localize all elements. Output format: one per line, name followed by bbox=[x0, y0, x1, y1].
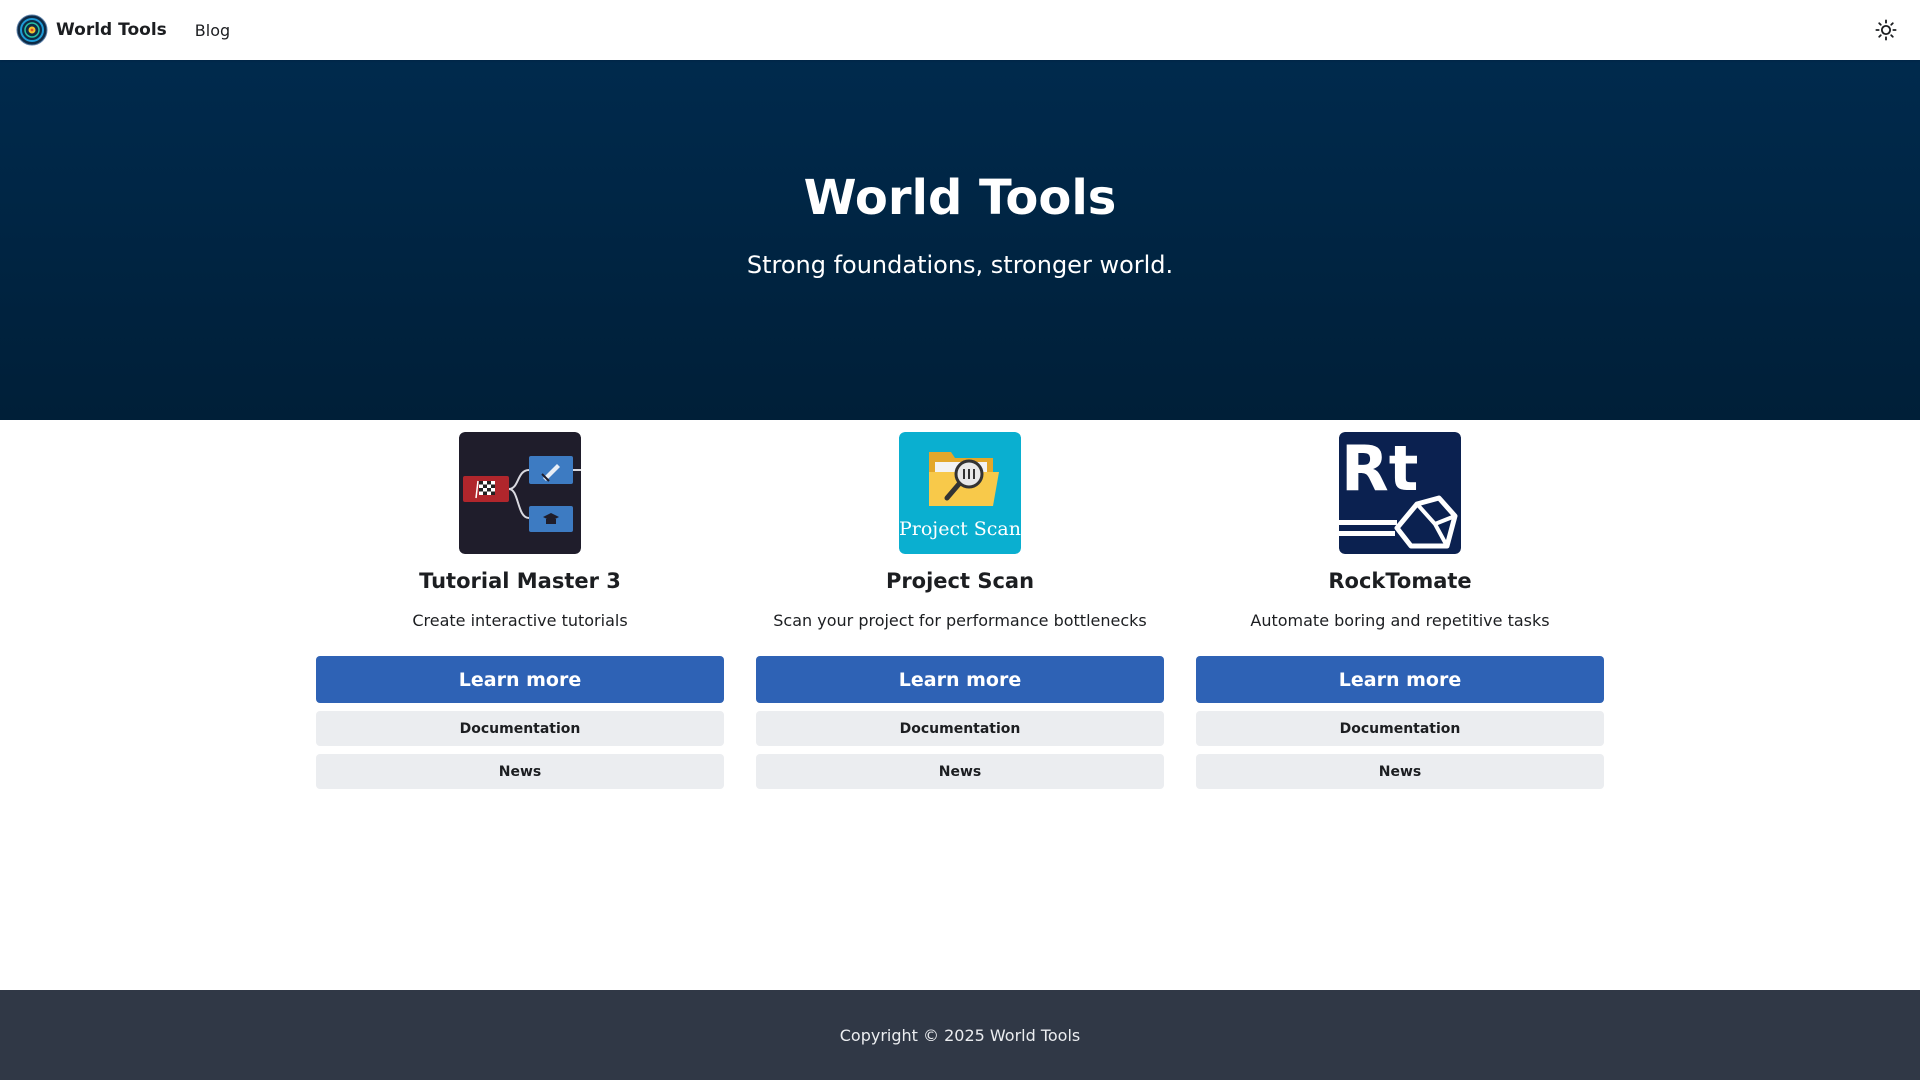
learn-more-button[interactable]: Learn more bbox=[1196, 656, 1604, 704]
documentation-button[interactable]: Documentation bbox=[756, 711, 1164, 747]
product-description: Automate boring and repetitive tasks bbox=[1250, 611, 1550, 631]
tutorial-flowchart-icon bbox=[459, 432, 581, 554]
product-card-tutorial-master: Tutorial Master 3 Create interactive tut… bbox=[316, 432, 724, 792]
product-name: Tutorial Master 3 bbox=[419, 569, 621, 593]
news-button[interactable]: News bbox=[1196, 754, 1604, 790]
news-button[interactable]: News bbox=[756, 754, 1164, 790]
product-name: RockTomate bbox=[1328, 569, 1472, 593]
product-card-rocktomate: Rt RockTomate Automate boring and repeti… bbox=[1196, 432, 1604, 792]
folder-magnifier-icon: Project Scan bbox=[899, 432, 1021, 554]
documentation-button[interactable]: Documentation bbox=[316, 711, 724, 747]
logo-caption: Project Scan bbox=[899, 518, 1021, 540]
hero-title: World Tools bbox=[803, 170, 1117, 226]
product-card-project-scan: Project Scan Project Scan Scan your proj… bbox=[756, 432, 1164, 792]
product-list: Tutorial Master 3 Create interactive tut… bbox=[316, 432, 1604, 792]
navbar: World Tools Blog bbox=[0, 0, 1920, 60]
theme-toggle-button[interactable] bbox=[1868, 12, 1904, 48]
logo-text: Rt bbox=[1341, 432, 1418, 505]
learn-more-button[interactable]: Learn more bbox=[756, 656, 1164, 704]
news-button[interactable]: News bbox=[316, 754, 724, 790]
learn-more-button[interactable]: Learn more bbox=[316, 656, 724, 704]
rt-rock-icon: Rt bbox=[1339, 432, 1461, 554]
product-name: Project Scan bbox=[885, 569, 1035, 593]
documentation-button[interactable]: Documentation bbox=[1196, 711, 1604, 747]
product-description: Scan your project for performance bottle… bbox=[773, 611, 1147, 631]
nav-link-blog[interactable]: Blog bbox=[195, 21, 230, 40]
hero-subtitle: Strong foundations, stronger world. bbox=[746, 251, 1174, 279]
brand-title: World Tools bbox=[56, 20, 167, 40]
product-description: Create interactive tutorials bbox=[412, 611, 628, 631]
footer-copyright: Copyright © 2025 World Tools bbox=[839, 1025, 1081, 1045]
footer: Copyright © 2025 World Tools bbox=[0, 990, 1920, 1080]
world-tools-logo-icon bbox=[16, 14, 48, 46]
brand-link[interactable]: World Tools bbox=[16, 14, 167, 46]
hero-banner: World Tools Strong foundations, stronger… bbox=[0, 60, 1920, 420]
sun-icon bbox=[1875, 19, 1897, 41]
